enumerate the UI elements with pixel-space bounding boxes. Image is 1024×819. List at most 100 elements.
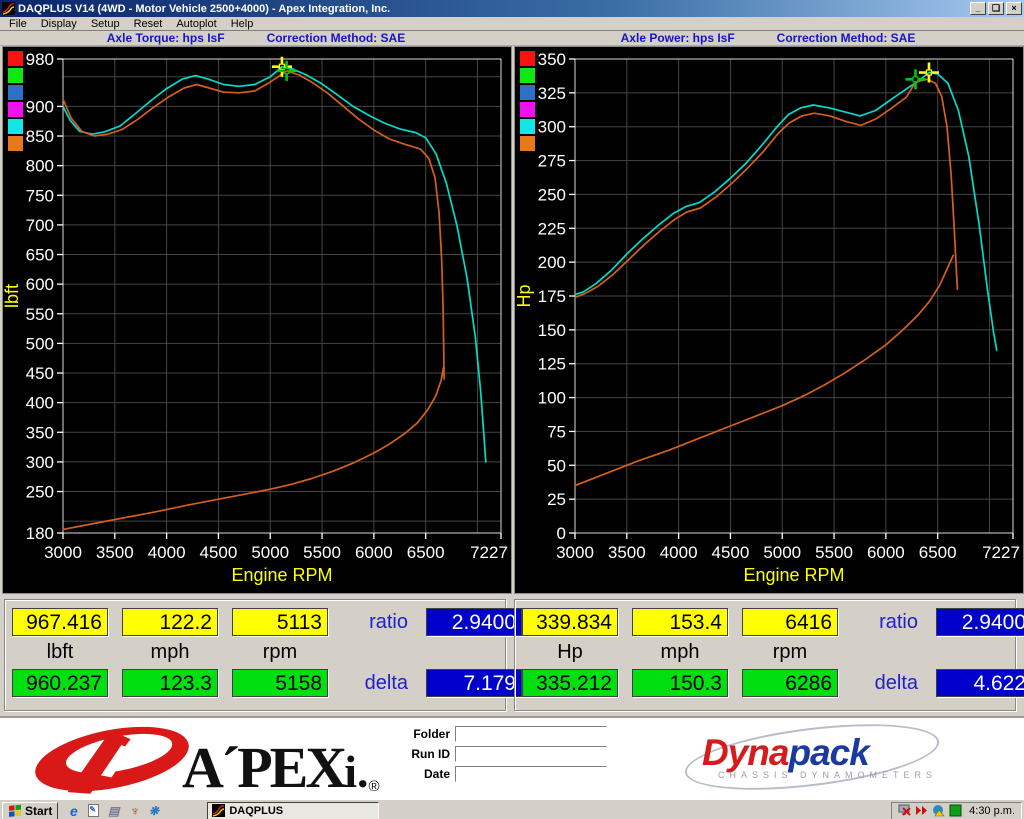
title-bar[interactable]: DAQPLUS V14 (4WD - Motor Vehicle 2500+40… (0, 0, 1024, 17)
quick-launch: e ✎ ▤ ♆ ❋ (66, 803, 161, 818)
system-tray: 4:30 p.m. (891, 802, 1022, 819)
internet-explorer-icon[interactable]: e (66, 803, 81, 818)
menu-bar: FileDisplaySetupResetAutoplotHelp (0, 17, 1024, 31)
app-icon (2, 2, 15, 15)
show-desktop-icon[interactable]: ▤ (106, 803, 121, 818)
power-cursor-value: 339.834 (522, 608, 618, 636)
svg-text:6000: 6000 (867, 543, 905, 562)
apex-wordmark: A´PEX (182, 739, 344, 797)
power-unit-label: Hp (522, 641, 618, 664)
start-label: Start (25, 804, 52, 818)
svg-text:600: 600 (26, 275, 54, 294)
power-readout-panel: 339.834 153.4 6416 ratio 2.9400 Hp mph r… (514, 599, 1016, 711)
app-window: DAQPLUS V14 (4WD - Motor Vehicle 2500+40… (0, 0, 1024, 819)
dynapack-word-red: Dyna (702, 732, 788, 773)
torque-header-method: Correction Method: SAE (267, 31, 406, 45)
folder-input[interactable] (455, 726, 607, 742)
menu-item-display[interactable]: Display (34, 18, 84, 30)
ratio-label: ratio (342, 611, 412, 634)
torque-chart[interactable]: 9809008508007507006506005505004504003503… (2, 46, 512, 594)
svg-text:Engine RPM: Engine RPM (231, 565, 332, 585)
svg-text:250: 250 (538, 185, 566, 204)
dynapack-logo: Dynapack CHASSIS DYNAMOMETERS (690, 726, 940, 792)
mph-unit-label: mph (122, 641, 218, 664)
fast-forward-icon[interactable] (915, 804, 928, 817)
restore-button[interactable]: ❏ (988, 2, 1004, 15)
svg-text:6500: 6500 (407, 543, 445, 562)
svg-text:4000: 4000 (660, 543, 698, 562)
svg-text:4000: 4000 (148, 543, 186, 562)
ratio-value: 2.9400 (936, 608, 1024, 636)
svg-text:225: 225 (538, 219, 566, 238)
start-button[interactable]: Start (2, 802, 58, 819)
folder-label: Folder (398, 727, 450, 741)
close-button[interactable]: × (1006, 2, 1022, 15)
svg-text:4500: 4500 (200, 543, 238, 562)
daqplus-task-icon (212, 804, 225, 817)
svg-text:lbft: lbft (3, 284, 22, 308)
svg-text:300: 300 (538, 118, 566, 137)
run-id-input[interactable] (455, 746, 607, 762)
svg-text:0: 0 (557, 524, 566, 543)
svg-text:500: 500 (26, 334, 54, 353)
messenger-icon[interactable]: ❋ (146, 803, 161, 818)
svg-text:Hp: Hp (515, 284, 534, 307)
power-cursor-rpm: 6416 (742, 608, 838, 636)
torque-unit-label: lbft (12, 641, 108, 664)
menu-item-reset[interactable]: Reset (127, 18, 170, 30)
date-input[interactable] (455, 766, 607, 782)
svg-text:5500: 5500 (815, 543, 853, 562)
chart-canvas[interactable]: 3503253002752502252001751501251007550250… (515, 47, 1023, 593)
taskbar: Start e ✎ ▤ ♆ ❋ DAQPLUS (0, 799, 1024, 819)
apex-logo: A´PEX i. ® (28, 721, 380, 797)
svg-text:700: 700 (26, 216, 54, 235)
delta-label: delta (342, 672, 412, 695)
rpm-unit-label: rpm (232, 641, 328, 664)
svg-text:980: 980 (26, 50, 54, 69)
task-button-label: DAQPLUS (229, 805, 283, 817)
torque-header-title: Axle Torque: hps IsF (107, 31, 225, 45)
svg-text:3500: 3500 (608, 543, 646, 562)
svg-text:3500: 3500 (96, 543, 134, 562)
svg-text:325: 325 (538, 84, 566, 103)
compose-mail-icon[interactable]: ✎ (86, 803, 101, 818)
svg-text:7227: 7227 (982, 543, 1020, 562)
power-peak-rpm: 6286 (742, 669, 838, 697)
svg-text:5500: 5500 (303, 543, 341, 562)
svg-text:Engine RPM: Engine RPM (743, 565, 844, 585)
delta-value: 4.622 (936, 669, 1024, 697)
window-title: DAQPLUS V14 (4WD - Motor Vehicle 2500+40… (18, 3, 970, 15)
svg-text:900: 900 (26, 97, 54, 116)
svg-text:350: 350 (26, 423, 54, 442)
power-peak-value: 335.212 (522, 669, 618, 697)
svg-text:650: 650 (26, 246, 54, 265)
svg-text:800: 800 (26, 157, 54, 176)
menu-item-file[interactable]: File (2, 18, 34, 30)
date-label: Date (398, 767, 450, 781)
status-green-icon[interactable] (949, 804, 962, 817)
torque-peak-value: 960.237 (12, 669, 108, 697)
menu-item-autoplot[interactable]: Autoplot (169, 18, 223, 30)
svg-text:850: 850 (26, 127, 54, 146)
values-row: 967.416 122.2 5113 ratio 2.9400 lbft mph… (0, 594, 1024, 716)
mph-unit-label: mph (632, 641, 728, 664)
svg-text:150: 150 (538, 321, 566, 340)
display-error-icon[interactable] (898, 804, 911, 817)
svg-text:5000: 5000 (763, 543, 801, 562)
power-chart[interactable]: 3503253002752502252001751501251007550250… (514, 46, 1024, 594)
taskbar-button-daqplus[interactable]: DAQPLUS (207, 802, 379, 819)
minimize-button[interactable]: _ (970, 2, 986, 15)
svg-text:750: 750 (26, 186, 54, 205)
torque-cursor-value: 967.416 (12, 608, 108, 636)
media-player-icon[interactable]: ♆ (126, 803, 141, 818)
apex-i-mark: i. (344, 747, 368, 797)
run-fields: Folder Run ID Date (398, 726, 607, 782)
chart-canvas[interactable]: 9809008508007507006506005505004504003503… (3, 47, 511, 593)
menu-item-setup[interactable]: Setup (84, 18, 127, 30)
network-warning-icon[interactable] (932, 804, 945, 817)
torque-chart-header: Axle Torque: hps IsF Correction Method: … (0, 31, 512, 46)
dynapack-subtitle: CHASSIS DYNAMOMETERS (718, 770, 937, 780)
svg-text:3000: 3000 (556, 543, 594, 562)
delta-value: 7.179 (426, 669, 522, 697)
menu-item-help[interactable]: Help (224, 18, 261, 30)
